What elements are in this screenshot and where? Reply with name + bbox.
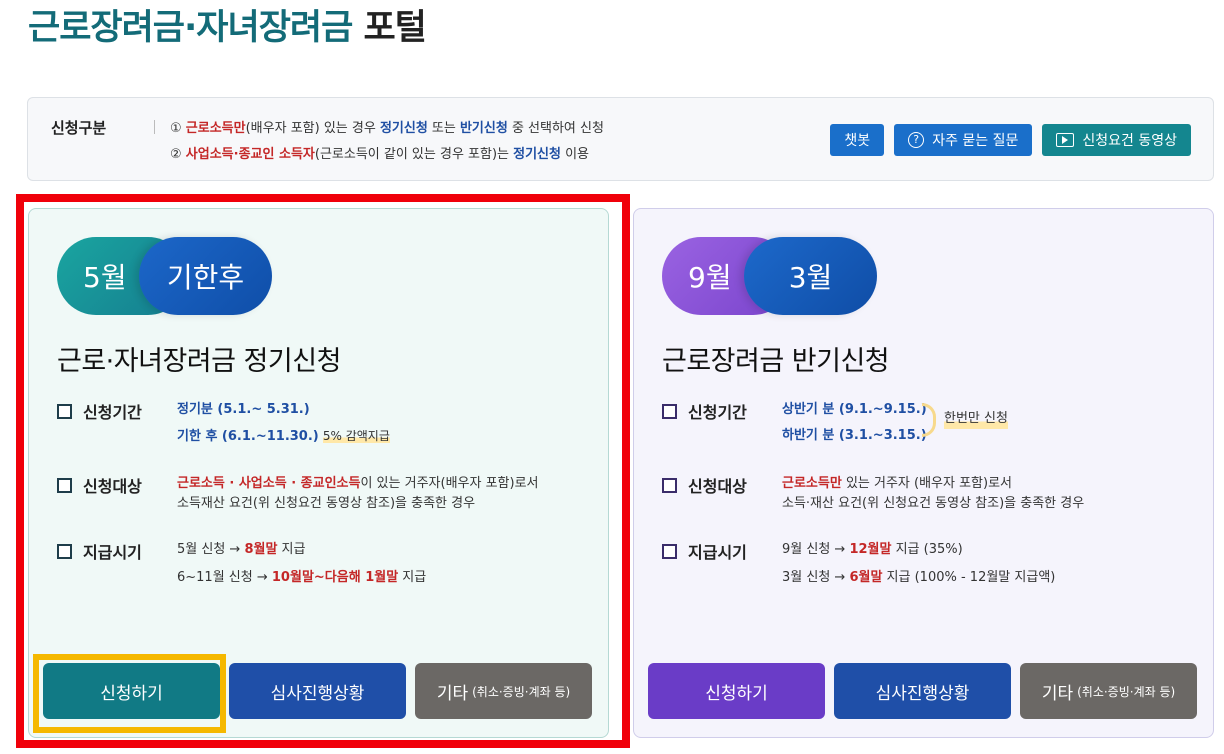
notice-lines: ① 근로소득만(배우자 포함) 있는 경우 정기신청 또는 반기신청 중 선택하… xyxy=(170,116,604,168)
question-icon: ? xyxy=(908,132,925,148)
half-review-status-button[interactable]: 심사진행상황 xyxy=(834,663,1011,719)
apply-once-note: 한번만 신청 xyxy=(944,409,1008,429)
card-buttons: 신청하기 심사진행상황 기타 (취소·증빙·계좌 등) xyxy=(648,663,1197,719)
highlight-box-apply-button xyxy=(33,654,226,733)
pill-march: 3월 xyxy=(744,237,877,315)
requirements-video-button[interactable]: 신청요건 동영상 xyxy=(1042,124,1191,156)
notice-line-2: ② 사업소득·종교인 소득자(근로소득이 같이 있는 경우 포함)는 정기신청 … xyxy=(170,147,590,162)
period-pills: 9월 3월 xyxy=(662,237,877,315)
notice-divider xyxy=(154,120,155,134)
notice-label: 신청구분 xyxy=(51,119,107,137)
half-other-button[interactable]: 기타 (취소·증빙·계좌 등) xyxy=(1020,663,1197,719)
brace-decoration xyxy=(922,403,936,437)
checkbox-bullet-icon xyxy=(662,478,677,493)
half-apply-button[interactable]: 신청하기 xyxy=(648,663,825,719)
page-title-suffix: 포털 xyxy=(363,8,426,48)
card-title: 근로장려금 반기신청 xyxy=(662,346,890,377)
page-title: 근로장려금·자녀장려금 포털 xyxy=(28,6,427,50)
notice-buttons: 챗봇 ? 자주 묻는 질문 신청요건 동영상 xyxy=(830,124,1191,156)
checkbox-bullet-icon xyxy=(662,404,677,419)
half-year-application-card: 9월 3월 근로장려금 반기신청 신청기간 상반기 분 (9.1.~9.15.)… xyxy=(633,208,1214,738)
notice-line-1: ① 근로소득만(배우자 포함) 있는 경우 정기신청 또는 반기신청 중 선택하… xyxy=(170,121,604,136)
page-title-main: 근로장려금·자녀장려금 xyxy=(28,8,353,48)
faq-button[interactable]: ? 자주 묻는 질문 xyxy=(894,124,1033,156)
play-icon xyxy=(1056,133,1075,147)
chatbot-button[interactable]: 챗봇 xyxy=(830,124,885,156)
application-type-notice: 신청구분 ① 근로소득만(배우자 포함) 있는 경우 정기신청 또는 반기신청 … xyxy=(27,97,1214,181)
checkbox-bullet-icon xyxy=(662,544,677,559)
